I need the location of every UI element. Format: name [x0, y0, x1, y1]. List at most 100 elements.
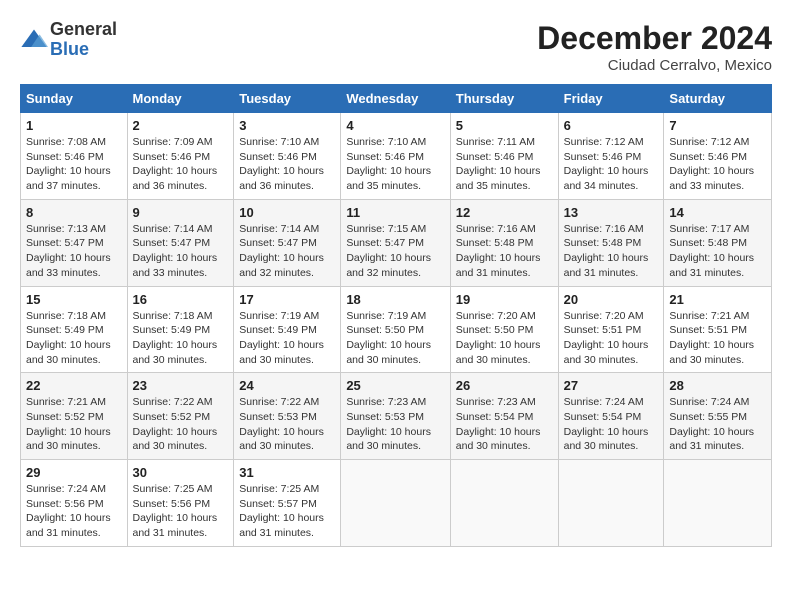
day-info: Sunrise: 7:12 AM Sunset: 5:46 PM Dayligh… [564, 135, 659, 194]
calendar-cell: 20Sunrise: 7:20 AM Sunset: 5:51 PM Dayli… [558, 286, 664, 373]
day-info: Sunrise: 7:23 AM Sunset: 5:54 PM Dayligh… [456, 395, 553, 454]
calendar-cell: 27Sunrise: 7:24 AM Sunset: 5:54 PM Dayli… [558, 373, 664, 460]
day-number: 25 [346, 378, 444, 393]
day-info: Sunrise: 7:14 AM Sunset: 5:47 PM Dayligh… [239, 222, 335, 281]
calendar-cell: 17 Sunrise: 7:19 AM Sunset: 5:49 PM Dayli… [234, 286, 341, 373]
day-info: Sunrise: 7:19 AM Sunset: 5:50 PM Dayligh… [346, 309, 444, 368]
day-info: Sunrise: 7:19 AM Sunset: 5:49 PM Dayligh… [239, 309, 335, 368]
day-number: 22 [26, 378, 122, 393]
calendar-cell: 13Sunrise: 7:16 AM Sunset: 5:48 PM Dayli… [558, 199, 664, 286]
calendar-cell: 28 Sunrise: 7:24 AM Sunset: 5:55 PM Dayli… [664, 373, 772, 460]
calendar-cell: 12Sunrise: 7:16 AM Sunset: 5:48 PM Dayli… [450, 199, 558, 286]
day-info: Sunrise: 7:21 AM Sunset: 5:52 PM Dayligh… [26, 395, 122, 454]
weekday-header-row: SundayMondayTuesdayWednesdayThursdayFrid… [21, 85, 772, 113]
day-number: 6 [564, 118, 659, 133]
day-info: Sunrise: 7:10 AM Sunset: 5:46 PM Dayligh… [239, 135, 335, 194]
calendar-cell: 6 Sunrise: 7:12 AM Sunset: 5:46 PM Daylig… [558, 113, 664, 200]
weekday-header-sunday: Sunday [21, 85, 128, 113]
calendar-week-4: 22 Sunrise: 7:21 AM Sunset: 5:52 PM Dayli… [21, 373, 772, 460]
day-number: 1 [26, 118, 122, 133]
calendar-cell: 23Sunrise: 7:22 AM Sunset: 5:52 PM Dayli… [127, 373, 234, 460]
day-info: Sunrise: 7:14 AM Sunset: 5:47 PM Dayligh… [133, 222, 229, 281]
day-info: Sunrise: 7:25 AM Sunset: 5:57 PM Dayligh… [239, 482, 335, 541]
day-number: 15 [26, 292, 122, 307]
day-info: Sunrise: 7:20 AM Sunset: 5:51 PM Dayligh… [564, 309, 659, 368]
calendar-cell: 24 Sunrise: 7:22 AM Sunset: 5:53 PM Dayli… [234, 373, 341, 460]
calendar-cell: 29 Sunrise: 7:24 AM Sunset: 5:56 PM Dayli… [21, 460, 128, 547]
day-number: 14 [669, 205, 766, 220]
day-number: 3 [239, 118, 335, 133]
day-number: 24 [239, 378, 335, 393]
day-info: Sunrise: 7:22 AM Sunset: 5:53 PM Dayligh… [239, 395, 335, 454]
day-info: Sunrise: 7:17 AM Sunset: 5:48 PM Dayligh… [669, 222, 766, 281]
calendar-cell: 26 Sunrise: 7:23 AM Sunset: 5:54 PM Dayli… [450, 373, 558, 460]
calendar-cell: 8 Sunrise: 7:13 AM Sunset: 5:47 PM Daylig… [21, 199, 128, 286]
logo: General Blue [20, 20, 117, 60]
calendar-cell: 4 Sunrise: 7:10 AM Sunset: 5:46 PM Daylig… [341, 113, 450, 200]
day-info: Sunrise: 7:11 AM Sunset: 5:46 PM Dayligh… [456, 135, 553, 194]
calendar-week-5: 29 Sunrise: 7:24 AM Sunset: 5:56 PM Dayli… [21, 460, 772, 547]
weekday-header-thursday: Thursday [450, 85, 558, 113]
calendar-cell: 21Sunrise: 7:21 AM Sunset: 5:51 PM Dayli… [664, 286, 772, 373]
day-number: 16 [133, 292, 229, 307]
day-info: Sunrise: 7:21 AM Sunset: 5:51 PM Dayligh… [669, 309, 766, 368]
calendar-week-1: 1 Sunrise: 7:08 AM Sunset: 5:46 PM Daylig… [21, 113, 772, 200]
calendar-cell: 11 Sunrise: 7:15 AM Sunset: 5:47 PM Dayli… [341, 199, 450, 286]
weekday-header-wednesday: Wednesday [341, 85, 450, 113]
calendar-table: SundayMondayTuesdayWednesdayThursdayFrid… [20, 84, 772, 547]
subtitle: Ciudad Cerralvo, Mexico [537, 57, 772, 74]
day-info: Sunrise: 7:10 AM Sunset: 5:46 PM Dayligh… [346, 135, 444, 194]
logo-general-text: General [50, 19, 117, 39]
calendar-cell [664, 460, 772, 547]
calendar-cell: 2 Sunrise: 7:09 AM Sunset: 5:46 PM Daylig… [127, 113, 234, 200]
calendar-cell: 7 Sunrise: 7:12 AM Sunset: 5:46 PM Daylig… [664, 113, 772, 200]
day-number: 7 [669, 118, 766, 133]
day-number: 18 [346, 292, 444, 307]
day-number: 11 [346, 205, 444, 220]
day-info: Sunrise: 7:15 AM Sunset: 5:47 PM Dayligh… [346, 222, 444, 281]
day-info: Sunrise: 7:08 AM Sunset: 5:46 PM Dayligh… [26, 135, 122, 194]
day-info: Sunrise: 7:20 AM Sunset: 5:50 PM Dayligh… [456, 309, 553, 368]
header: General Blue December 2024 Ciudad Cerral… [20, 20, 772, 74]
title-area: December 2024 Ciudad Cerralvo, Mexico [537, 20, 772, 74]
day-number: 8 [26, 205, 122, 220]
calendar-cell: 30 Sunrise: 7:25 AM Sunset: 5:56 PM Dayli… [127, 460, 234, 547]
day-info: Sunrise: 7:09 AM Sunset: 5:46 PM Dayligh… [133, 135, 229, 194]
calendar-cell: 9Sunrise: 7:14 AM Sunset: 5:47 PM Daylig… [127, 199, 234, 286]
day-number: 13 [564, 205, 659, 220]
day-number: 17 [239, 292, 335, 307]
day-info: Sunrise: 7:12 AM Sunset: 5:46 PM Dayligh… [669, 135, 766, 194]
day-info: Sunrise: 7:24 AM Sunset: 5:56 PM Dayligh… [26, 482, 122, 541]
day-info: Sunrise: 7:25 AM Sunset: 5:56 PM Dayligh… [133, 482, 229, 541]
weekday-header-friday: Friday [558, 85, 664, 113]
calendar-cell: 18 Sunrise: 7:19 AM Sunset: 5:50 PM Dayli… [341, 286, 450, 373]
main-title: December 2024 [537, 20, 772, 57]
logo-blue-text: Blue [50, 39, 89, 59]
day-number: 4 [346, 118, 444, 133]
weekday-header-tuesday: Tuesday [234, 85, 341, 113]
calendar-cell: 25 Sunrise: 7:23 AM Sunset: 5:53 PM Dayli… [341, 373, 450, 460]
calendar-cell: 19Sunrise: 7:20 AM Sunset: 5:50 PM Dayli… [450, 286, 558, 373]
calendar-cell [558, 460, 664, 547]
calendar-week-3: 15 Sunrise: 7:18 AM Sunset: 5:49 PM Dayli… [21, 286, 772, 373]
day-info: Sunrise: 7:24 AM Sunset: 5:54 PM Dayligh… [564, 395, 659, 454]
calendar-cell: 31Sunrise: 7:25 AM Sunset: 5:57 PM Dayli… [234, 460, 341, 547]
calendar-cell: 5Sunrise: 7:11 AM Sunset: 5:46 PM Daylig… [450, 113, 558, 200]
day-info: Sunrise: 7:18 AM Sunset: 5:49 PM Dayligh… [26, 309, 122, 368]
day-number: 26 [456, 378, 553, 393]
day-number: 2 [133, 118, 229, 133]
day-number: 30 [133, 465, 229, 480]
day-info: Sunrise: 7:16 AM Sunset: 5:48 PM Dayligh… [456, 222, 553, 281]
calendar-cell: 10Sunrise: 7:14 AM Sunset: 5:47 PM Dayli… [234, 199, 341, 286]
day-number: 29 [26, 465, 122, 480]
day-info: Sunrise: 7:24 AM Sunset: 5:55 PM Dayligh… [669, 395, 766, 454]
day-info: Sunrise: 7:23 AM Sunset: 5:53 PM Dayligh… [346, 395, 444, 454]
weekday-header-saturday: Saturday [664, 85, 772, 113]
calendar-cell: 16 Sunrise: 7:18 AM Sunset: 5:49 PM Dayli… [127, 286, 234, 373]
calendar-cell: 3 Sunrise: 7:10 AM Sunset: 5:46 PM Daylig… [234, 113, 341, 200]
day-info: Sunrise: 7:13 AM Sunset: 5:47 PM Dayligh… [26, 222, 122, 281]
calendar-cell: 15 Sunrise: 7:18 AM Sunset: 5:49 PM Dayli… [21, 286, 128, 373]
day-number: 28 [669, 378, 766, 393]
day-info: Sunrise: 7:18 AM Sunset: 5:49 PM Dayligh… [133, 309, 229, 368]
weekday-header-monday: Monday [127, 85, 234, 113]
